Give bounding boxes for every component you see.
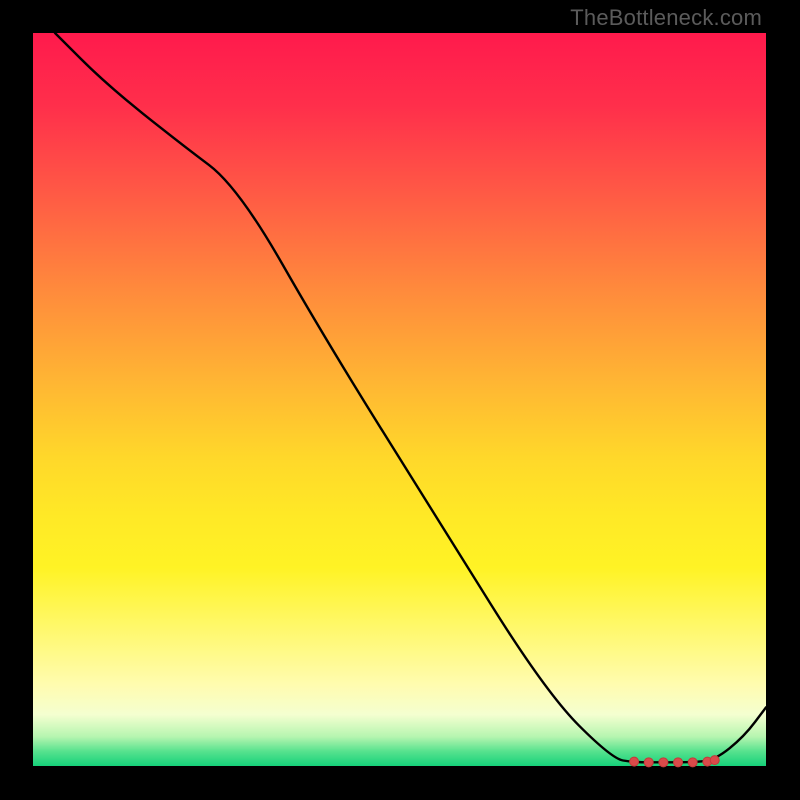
marker-dot (674, 758, 683, 767)
line-series (55, 33, 766, 762)
marker-dot (630, 757, 639, 766)
chart-svg (33, 33, 766, 766)
marker-dot (644, 758, 653, 767)
marker-dot (688, 758, 697, 767)
marker-dot (659, 758, 668, 767)
chart-container: TheBottleneck.com (0, 0, 800, 800)
marker-dot (710, 756, 719, 765)
watermark-text: TheBottleneck.com (570, 5, 762, 31)
